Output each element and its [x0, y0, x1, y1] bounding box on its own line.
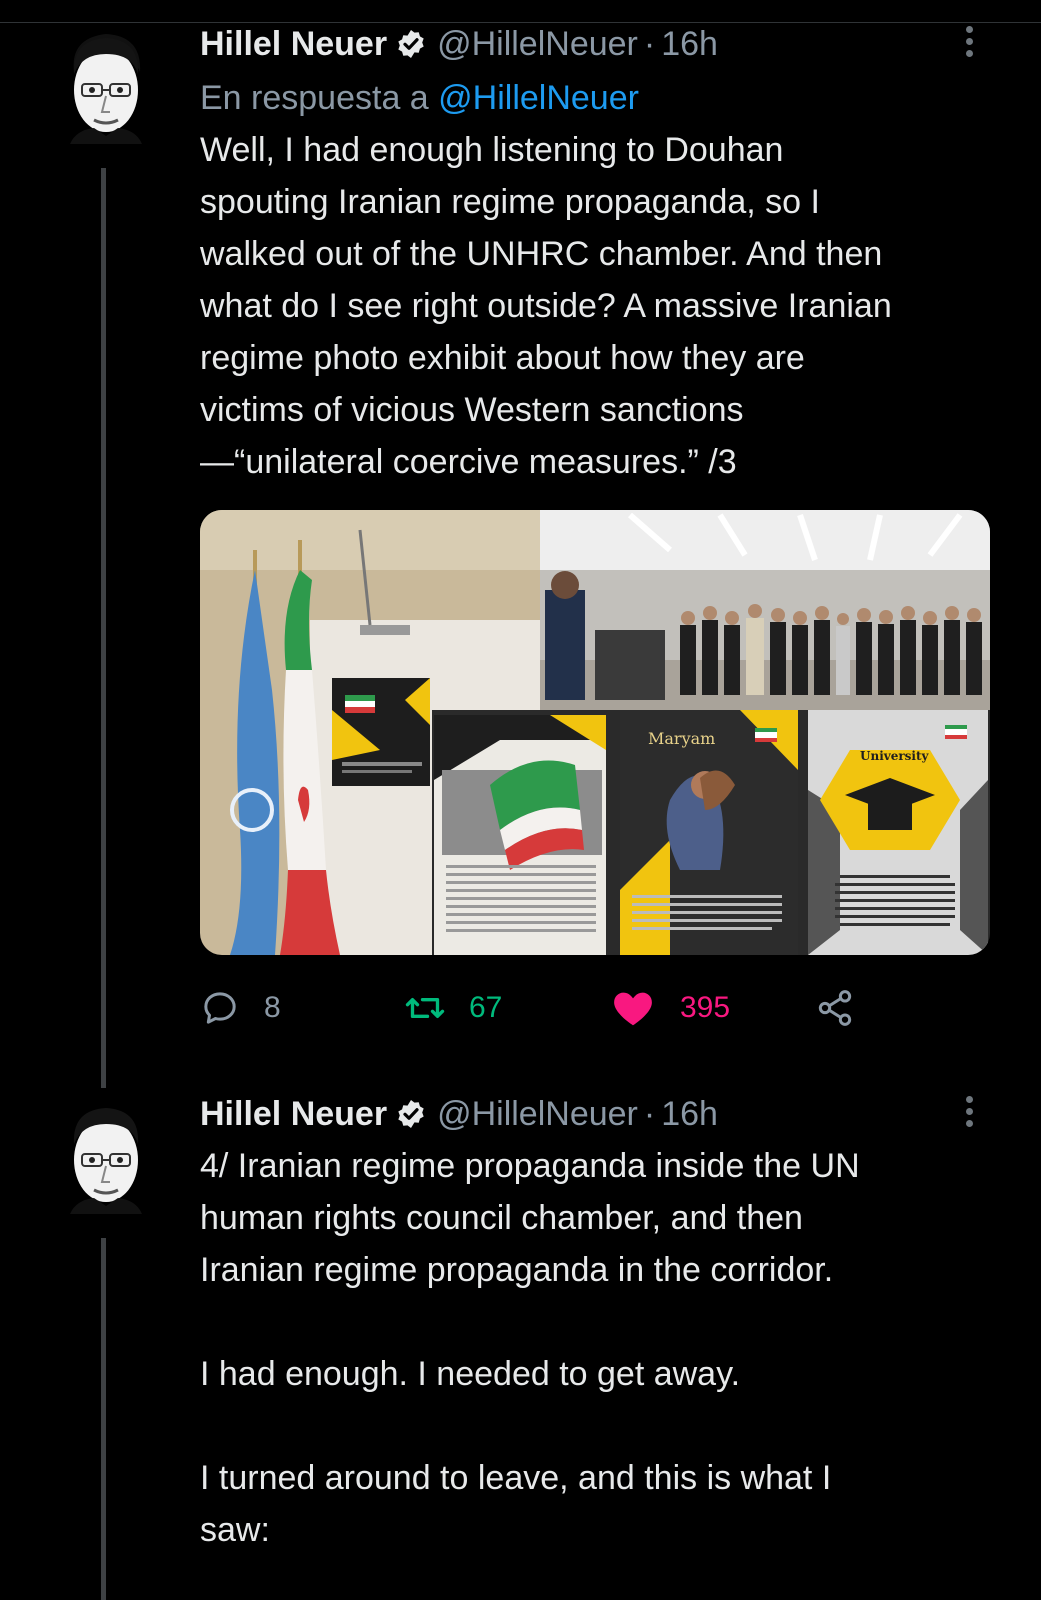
reply-context: En respuesta a @HillelNeuer [200, 76, 1000, 120]
tweet-actions: 8 67 395 [200, 985, 900, 1031]
retweet-count: 67 [469, 991, 503, 1024]
author-handle[interactable]: @HillelNeuer [437, 1092, 638, 1136]
share-icon [818, 990, 852, 1026]
retweet-icon [405, 998, 445, 1018]
share-button[interactable] [815, 985, 855, 1031]
author-handle[interactable]: @HillelNeuer [437, 22, 638, 66]
tweet-time[interactable]: 16h [661, 22, 718, 66]
thread-connector [101, 168, 106, 1088]
like-count: 395 [680, 991, 731, 1024]
reply-mention-link[interactable]: @HillelNeuer [438, 79, 639, 117]
reply-button[interactable]: 8 [200, 985, 281, 1031]
retweet-button[interactable]: 67 [405, 985, 502, 1031]
tweet-text: Well, I had enough listening to Douhan s… [200, 131, 892, 481]
author-name[interactable]: Hillel Neuer [200, 1092, 387, 1136]
tweet-text: 4/ Iranian regime propaganda inside the … [200, 1147, 860, 1549]
verified-badge-icon [398, 1100, 424, 1128]
reply-prefix: En respuesta a [200, 79, 429, 117]
verified-badge-icon [398, 30, 424, 58]
thread-connector [101, 1238, 106, 1600]
avatar[interactable] [56, 24, 156, 144]
avatar[interactable] [56, 1094, 156, 1214]
tweet-photo[interactable]: Maryam University [200, 510, 990, 955]
reply-count: 8 [264, 991, 281, 1024]
like-button[interactable]: 395 [610, 985, 730, 1031]
like-heart-icon [614, 992, 652, 1026]
separator-dot: · [643, 25, 656, 63]
tweet-header: Hillel Neuer @HillelNeuer · 16h [200, 1092, 1000, 1136]
poster-label-university: University [860, 749, 930, 763]
author-name[interactable]: Hillel Neuer [200, 22, 387, 66]
reply-icon [204, 992, 236, 1024]
separator-dot: · [643, 1095, 656, 1133]
tweet-time[interactable]: 16h [661, 1092, 718, 1136]
tweet-header: Hillel Neuer @HillelNeuer · 16h [200, 22, 1000, 66]
poster-label-maryam: Maryam [648, 729, 715, 748]
